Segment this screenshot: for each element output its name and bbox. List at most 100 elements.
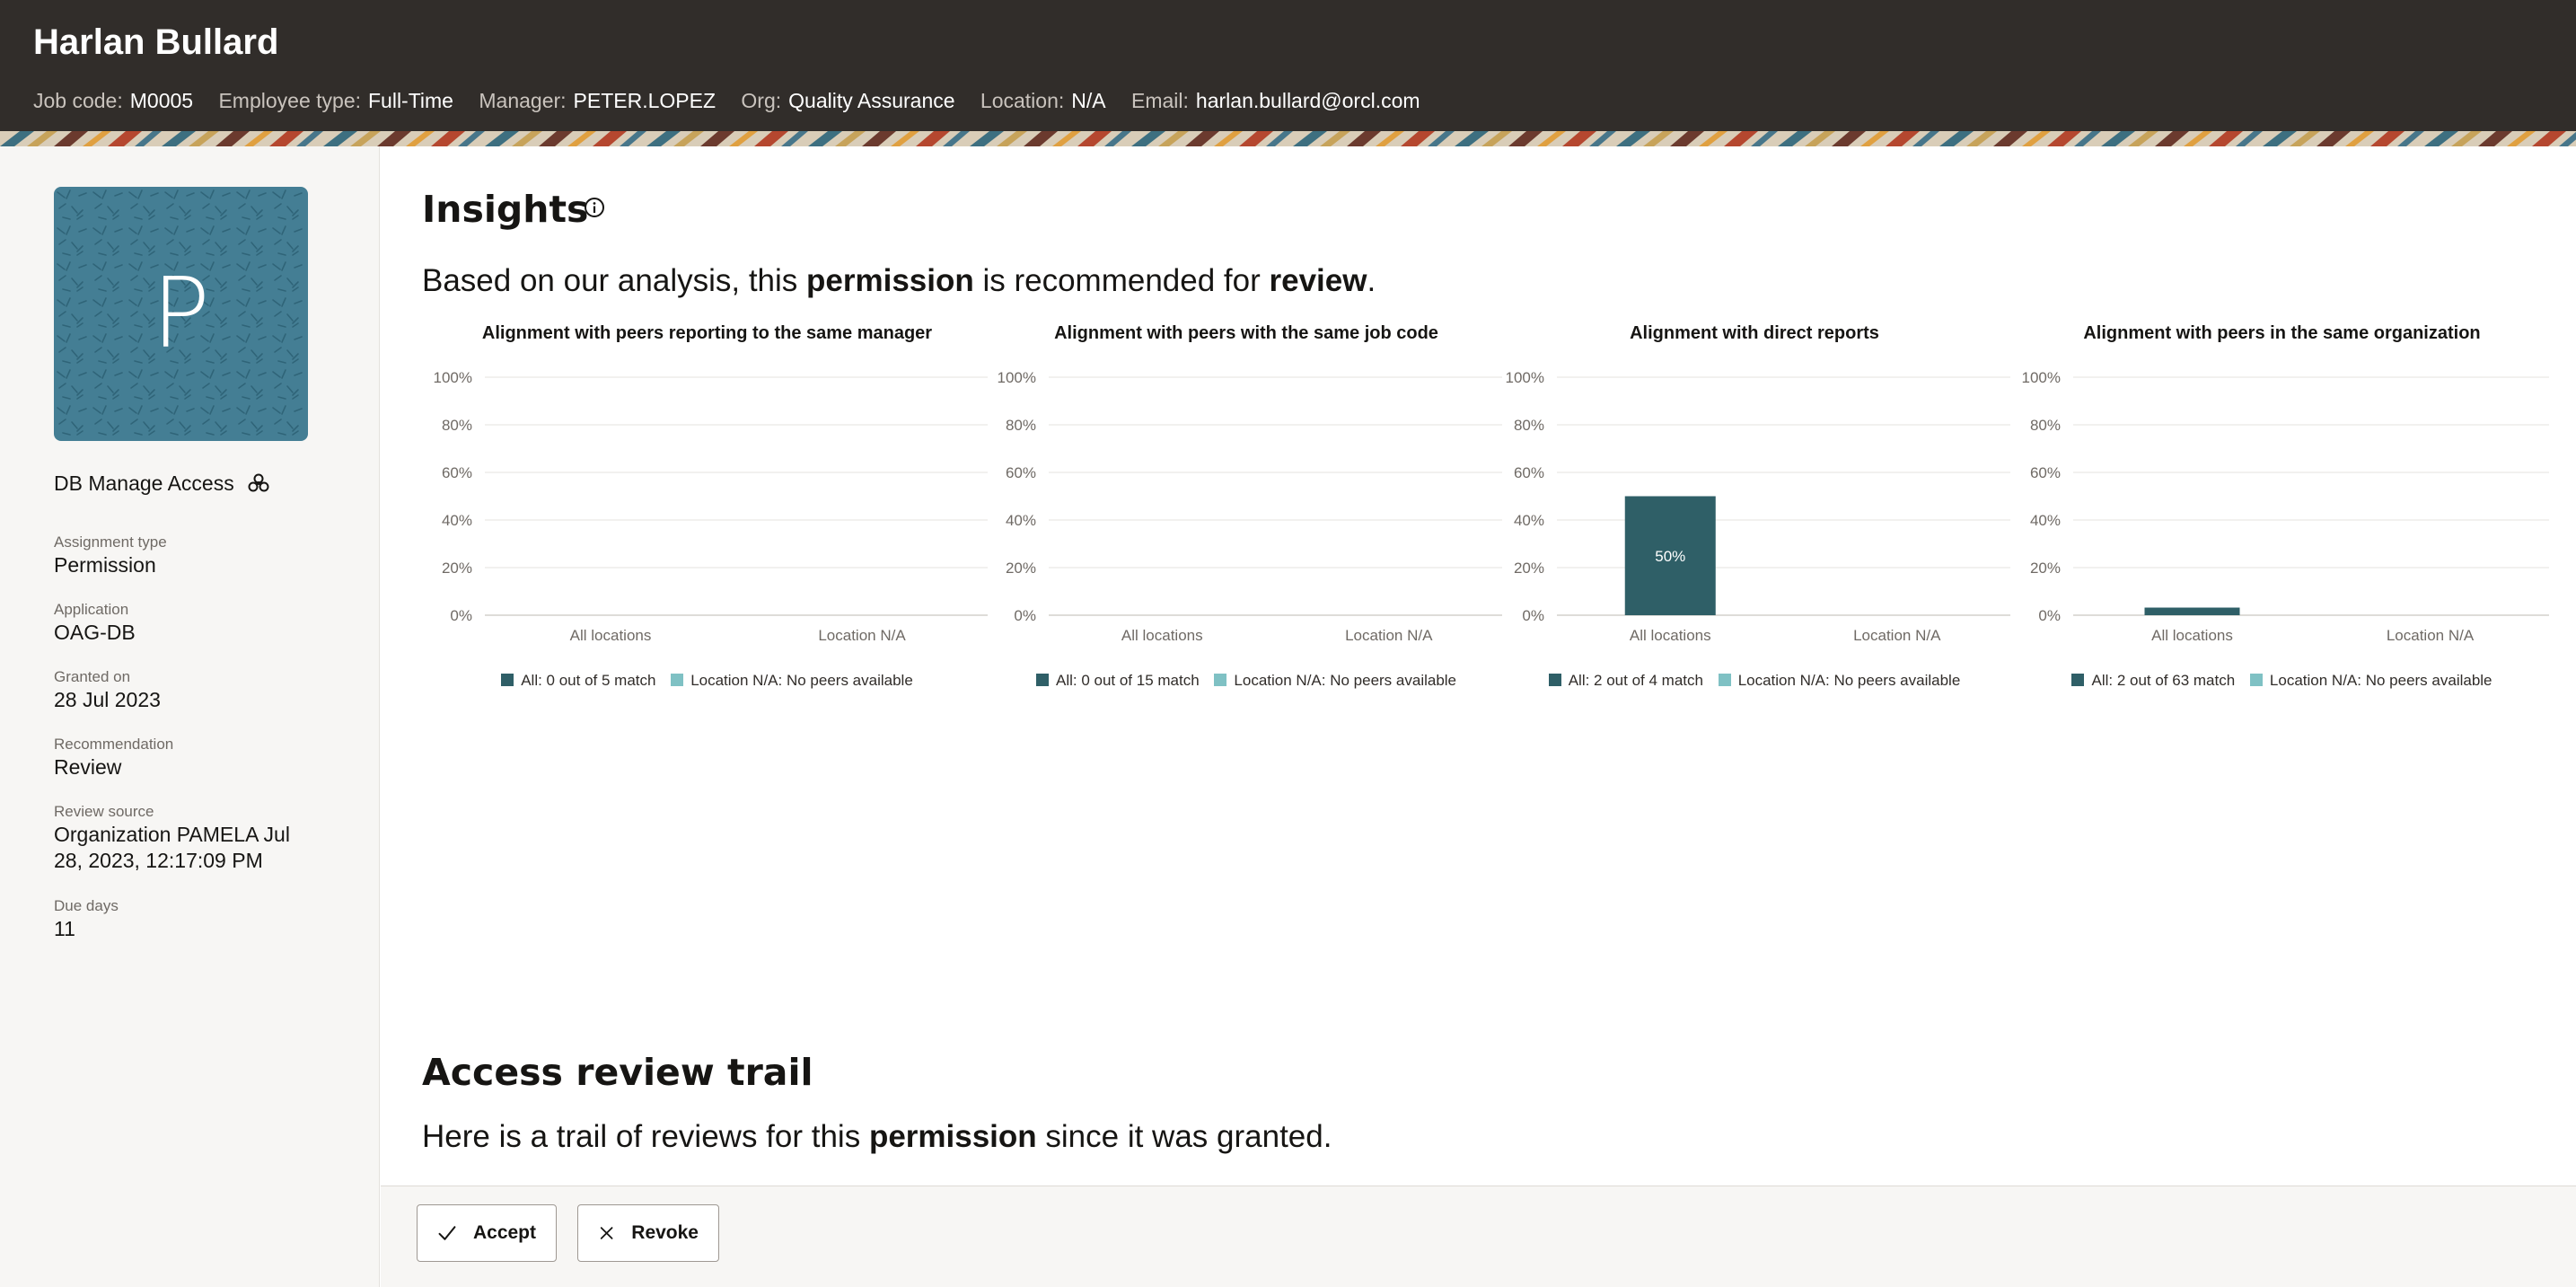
legend-swatch [1035, 674, 1049, 686]
legend-item-location[interactable]: Location N/A: No peers available [2249, 672, 2492, 690]
field-label: Review source [54, 803, 154, 820]
y-tick-label: 0% [2038, 607, 2061, 624]
meta-label: Employee type: [218, 89, 361, 112]
y-tick-label: 60% [1006, 464, 1036, 481]
legend-item-location[interactable]: Location N/A: No peers available [1718, 672, 1960, 690]
y-tick-label: 60% [2030, 464, 2061, 481]
y-tick-label: 0% [1014, 607, 1036, 624]
meta-email: Email: harlan.bullard@orcl.com [1131, 89, 1420, 113]
field-label: Granted on [54, 668, 131, 685]
x-tick-label: All locations [1121, 627, 1203, 644]
chart-title: Alignment with peers reporting to the sa… [481, 323, 933, 343]
legend-swatch [671, 674, 684, 686]
revoke-button[interactable]: Revoke [577, 1204, 719, 1262]
field-label: Recommendation [54, 736, 174, 753]
legend-swatch [2071, 674, 2085, 686]
chart-legend: All: 2 out of 4 match Location N/A: No p… [1494, 672, 2015, 690]
y-tick-label: 40% [1006, 512, 1036, 529]
field-label: Due days [54, 897, 119, 914]
y-tick-label: 80% [1514, 417, 1544, 434]
data-label: 50% [1655, 548, 1685, 565]
summary-entity: permission [806, 263, 974, 298]
field-value: Permission [54, 553, 156, 577]
legend-item-all[interactable]: All: 2 out of 63 match [2071, 672, 2235, 690]
legend-label: All: 2 out of 63 match [2091, 672, 2236, 689]
y-tick-label: 80% [1006, 417, 1036, 434]
info-icon[interactable] [584, 197, 605, 218]
check-icon [438, 1226, 456, 1240]
legend-label: All: 0 out of 5 match [521, 672, 656, 689]
legend-swatch [1718, 674, 1731, 686]
field-review-source: Review source Organization PAMELA Jul 28… [54, 802, 314, 874]
x-tick-label: Location N/A [1853, 627, 1941, 644]
legend-label: All: 0 out of 15 match [1055, 672, 1200, 689]
legend-swatch [501, 674, 514, 686]
summary-text: is recommended for [973, 263, 1270, 298]
chart-plot: 0% 20% 40% 60% 80% 100% All locations Location … [998, 369, 1502, 644]
meta-label: Email: [1131, 89, 1189, 112]
y-tick-label: 60% [442, 464, 472, 481]
field-recommendation: Recommendation Review [54, 735, 323, 780]
chart-title: Alignment with direct reports [1630, 323, 1879, 343]
meta-label: Org: [741, 89, 782, 112]
field-granted-on: Granted on 28 Jul 2023 [54, 667, 323, 713]
legend-label: Location N/A: No peers available [690, 672, 913, 689]
y-tick-label: 0% [1522, 607, 1544, 624]
y-tick-label: 100% [1506, 369, 1544, 386]
close-icon [600, 1227, 613, 1239]
x-tick-label: Location N/A [2387, 627, 2475, 644]
meta-label: Job code: [33, 89, 123, 112]
accept-button[interactable]: Accept [417, 1204, 557, 1262]
meta-value: Quality Assurance [788, 89, 955, 112]
chart-job-code-peers: Alignment with peers with the same job c… [986, 323, 1507, 701]
chart-plot: 0% 20% 40% 60% 80% 100% All locations Location … [434, 369, 988, 644]
summary-text: Based on our analysis, this [422, 263, 807, 298]
chart-title: Alignment with peers with the same job c… [1054, 323, 1438, 343]
review-trail-heading: Access review trail [422, 1051, 813, 1094]
y-tick-label: 20% [2030, 560, 2061, 577]
chart-legend: All: 0 out of 15 match Location N/A: No … [986, 672, 1507, 690]
field-value: Organization PAMELA Jul 28, 2023, 12:17:… [54, 823, 290, 872]
legend-label: All: 2 out of 4 match [1568, 672, 1703, 689]
field-value: Review [54, 755, 122, 779]
meta-value: PETER.LOPEZ [573, 89, 717, 112]
user-name: Harlan Bullard [33, 22, 279, 62]
legend-swatch [1214, 674, 1227, 686]
summary-text: . [1367, 263, 1376, 298]
legend-label: Location N/A: No peers available [2269, 672, 2492, 689]
legend-swatch [1548, 674, 1561, 686]
legend-item-location[interactable]: Location N/A: No peers available [1214, 672, 1456, 690]
summary-recommendation: review [1269, 263, 1367, 298]
legend-item-all[interactable]: All: 0 out of 5 match [501, 672, 655, 690]
y-tick-label: 0% [450, 607, 472, 624]
x-tick-label: Location N/A [1345, 627, 1433, 644]
field-label: Application [54, 601, 129, 618]
y-tick-label: 80% [442, 417, 472, 434]
field-label: Assignment type [54, 533, 167, 551]
action-footer: Accept Revoke [381, 1186, 2576, 1287]
y-tick-label: 60% [1514, 464, 1544, 481]
chart-legend: All: 2 out of 63 match Location N/A: No … [2010, 672, 2554, 690]
bar [2144, 607, 2240, 615]
legend-item-all[interactable]: All: 2 out of 4 match [1548, 672, 1703, 690]
chart-plot: 0% 20% 40% 60% 80% 100% All locations Location … [2022, 369, 2549, 644]
user-meta: Job code: M0005 Employee type: Full-Time M… [33, 89, 1440, 113]
bundle-icon[interactable] [247, 472, 270, 496]
field-value: 11 [54, 917, 75, 940]
summary-entity: permission [868, 1119, 1037, 1154]
y-tick-label: 20% [442, 560, 472, 577]
y-tick-label: 100% [434, 369, 472, 386]
insights-heading: Insights [422, 188, 589, 231]
field-assignment-type: Assignment type Permission [54, 533, 323, 578]
chart-legend: All: 0 out of 5 match Location N/A: No p… [422, 672, 992, 690]
meta-location: Location: N/A [980, 89, 1106, 113]
meta-label: Manager: [479, 89, 567, 112]
legend-item-all[interactable]: All: 0 out of 15 match [1035, 672, 1200, 690]
x-tick-label: Location N/A [818, 627, 906, 644]
chart-manager-peers: Alignment with peers reporting to the sa… [422, 323, 992, 701]
legend-item-location[interactable]: Location N/A: No peers available [671, 672, 913, 690]
entitlement-row: DB Manage Access [54, 472, 270, 496]
x-tick-label: All locations [570, 627, 652, 644]
meta-label: Location: [980, 89, 1065, 112]
field-due-days: Due days 11 [54, 896, 323, 942]
